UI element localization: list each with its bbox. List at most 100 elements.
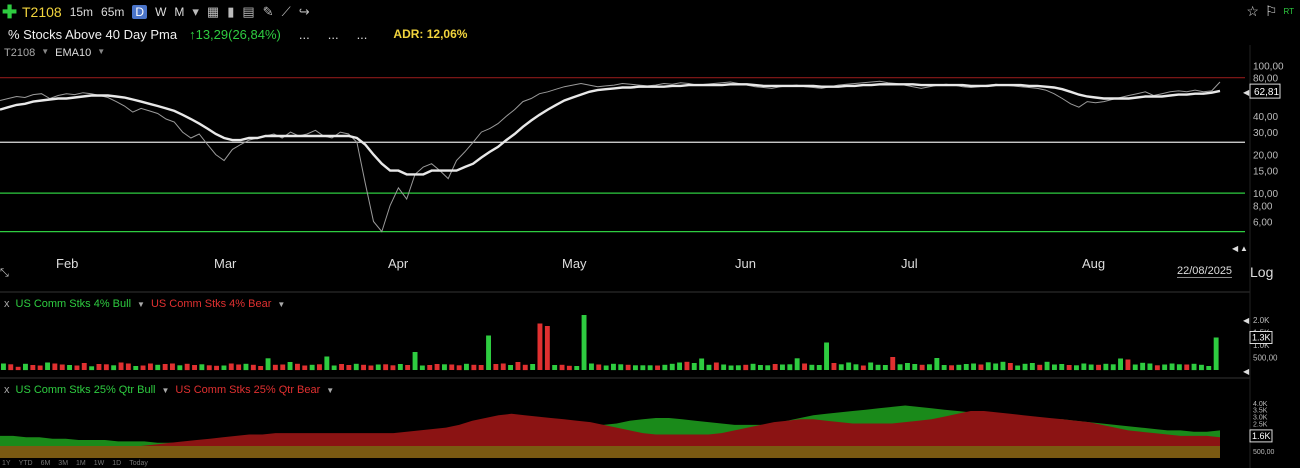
volume-bar <box>1199 364 1204 371</box>
volume-bar <box>669 363 675 371</box>
y-tick-label: 20,00 <box>1253 151 1278 162</box>
volume-bar <box>272 364 278 371</box>
volume-bar <box>199 364 205 371</box>
base-area <box>0 446 1220 458</box>
volume-bar <box>456 365 462 371</box>
pane2-bull-label[interactable]: US Comm Stks 4% Bull <box>16 298 132 310</box>
ema-line <box>0 83 1221 176</box>
volume-bar <box>574 366 580 370</box>
volume-bar <box>794 358 800 371</box>
volume-bar <box>177 365 183 371</box>
volume-bar <box>206 365 212 371</box>
volume-bar <box>52 363 58 370</box>
volume-bar <box>8 364 14 371</box>
close-pane3-button[interactable]: x <box>4 384 10 396</box>
volume-bar <box>59 364 65 370</box>
volume-bar <box>544 326 550 370</box>
volume-bar <box>1132 364 1138 370</box>
pointer-icon: ◀ <box>1243 367 1250 376</box>
volume-bar <box>265 358 271 371</box>
volume-bar <box>125 363 131 370</box>
volume-bar <box>897 364 903 371</box>
y-tick-label: 40,00 <box>1253 112 1278 123</box>
range-1m[interactable]: 1M <box>76 460 86 467</box>
volume-bar <box>978 364 984 370</box>
log-scale-toggle[interactable]: Log <box>1250 264 1273 280</box>
volume-bar <box>905 363 910 370</box>
volume-bar <box>89 366 95 371</box>
range-6m[interactable]: 6M <box>41 460 51 467</box>
volume-bar <box>140 365 146 370</box>
volume-bar <box>464 363 469 371</box>
volume-bar <box>1191 363 1197 371</box>
volume-bar <box>824 342 829 370</box>
range-today[interactable]: Today <box>129 460 148 467</box>
range-ytd[interactable]: YTD <box>19 460 33 467</box>
volume-bar <box>647 365 653 371</box>
volume-bar <box>633 365 638 371</box>
chevron-down-icon[interactable]: ▼ <box>161 386 169 395</box>
pane2-bear-label[interactable]: US Comm Stks 4% Bear <box>151 298 271 310</box>
expand-icon: ⤡ <box>0 267 9 279</box>
range-1y[interactable]: 1Y <box>2 460 11 467</box>
pane3-bear-label[interactable]: US Comm Stks 25% Qtr Bear <box>175 384 320 396</box>
volume-bar <box>949 365 954 371</box>
volume-bar <box>1213 337 1219 370</box>
volume-bar <box>1066 365 1072 370</box>
range-1d[interactable]: 1D <box>112 460 121 467</box>
volume-bar <box>566 365 572 371</box>
volume-bar <box>684 361 690 371</box>
range-1w[interactable]: 1W <box>94 460 105 467</box>
volume-bar <box>184 363 190 371</box>
volume-bar <box>765 365 771 371</box>
volume-bar <box>838 364 844 371</box>
range-3m[interactable]: 3M <box>58 460 68 467</box>
x-month-label: Aug <box>1082 256 1105 271</box>
volume-bar <box>148 363 153 370</box>
volume-bar <box>74 365 80 370</box>
chart-canvas: 100,0080,0060,0040,0030,0020,0015,0010,0… <box>0 45 1284 468</box>
volume-bar <box>1074 365 1079 371</box>
volume-bar <box>912 364 918 370</box>
scroll-down-icon: ◀ <box>1232 244 1239 253</box>
close-pane2-button[interactable]: x <box>4 298 10 310</box>
volume-bar <box>1110 364 1116 371</box>
chevron-down-icon[interactable]: ▼ <box>277 300 285 309</box>
volume-bar <box>1169 363 1175 370</box>
pane2-tick-label: 500,00 <box>1253 354 1278 363</box>
chevron-down-icon[interactable]: ▼ <box>326 386 334 395</box>
volume-bar <box>596 364 602 370</box>
chevron-down-icon[interactable]: ▼ <box>137 300 145 309</box>
volume-bar <box>280 364 286 370</box>
pane2-legend: x US Comm Stks 4% Bull ▼ US Comm Stks 4% … <box>4 298 285 310</box>
crosshair-date: 22/08/2025 <box>1177 265 1233 278</box>
volume-bar <box>927 364 932 371</box>
volume-bar <box>1044 361 1050 371</box>
volume-bar <box>1029 363 1035 370</box>
volume-bar <box>735 365 741 371</box>
volume-bar <box>956 364 962 371</box>
volume-bar <box>192 365 197 370</box>
volume-bar <box>691 363 697 370</box>
volume-bar <box>971 363 976 370</box>
volume-bar <box>743 364 749 371</box>
volume-bar <box>353 363 359 371</box>
volume-bar <box>1022 363 1028 371</box>
volume-bar <box>706 364 712 371</box>
volume-bar <box>155 364 161 371</box>
volume-bar <box>993 363 999 370</box>
volume-bar <box>750 363 756 371</box>
volume-bar <box>287 362 293 370</box>
y-tick-label: 6,00 <box>1253 217 1273 228</box>
volume-bar <box>508 365 513 370</box>
volume-bar <box>317 364 322 371</box>
volume-bar <box>831 363 837 370</box>
pane3-bull-label[interactable]: US Comm Stks 25% Qtr Bull <box>16 384 156 396</box>
pane3-last-label: 1.6K <box>1252 431 1271 441</box>
volume-bar <box>1206 366 1212 370</box>
volume-bar <box>37 365 43 370</box>
volume-bar <box>170 363 175 370</box>
volume-bar <box>522 364 528 371</box>
volume-bar <box>397 364 403 370</box>
pane2-last-label: 1.3K <box>1252 333 1271 343</box>
